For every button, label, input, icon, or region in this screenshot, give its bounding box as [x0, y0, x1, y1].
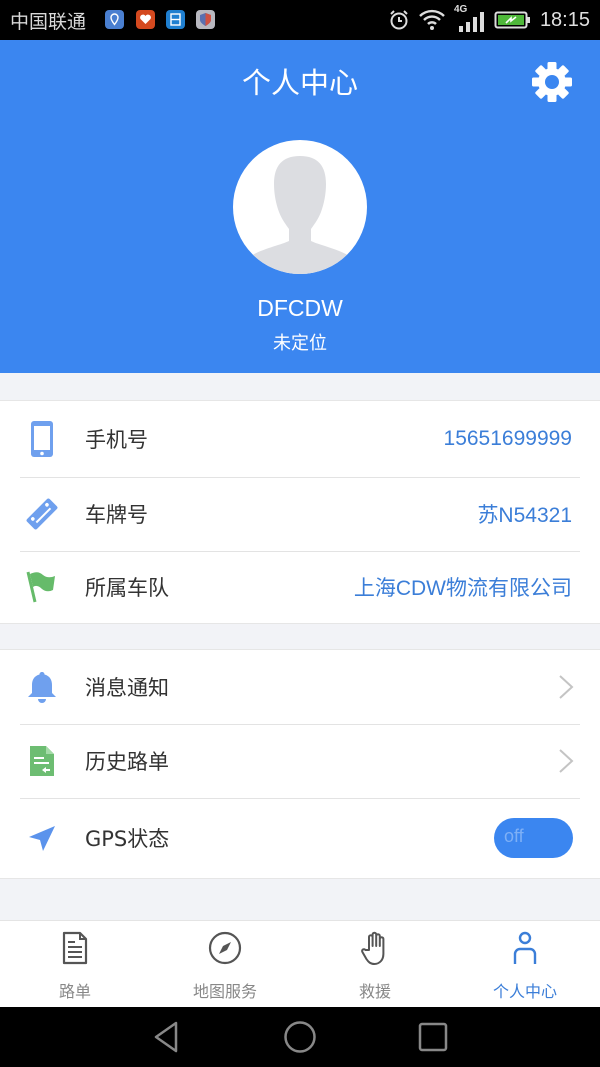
notifications-row[interactable]: 消息通知	[0, 650, 600, 724]
gps-toggle[interactable]: off	[494, 818, 573, 858]
fleet-row: 所属车队 上海CDW物流有限公司	[0, 551, 600, 623]
location-status: 未定位	[273, 333, 327, 354]
chevron-right-icon	[559, 749, 574, 773]
notifications-label: 消息通知	[85, 676, 169, 700]
person-icon	[513, 931, 537, 964]
gps-label: GPS状态	[85, 827, 170, 851]
tab-waybill[interactable]: 路单	[0, 921, 150, 1007]
plate-row: 车牌号 苏N54321	[0, 477, 600, 551]
status-bar: 中国联通 4G 18:15	[0, 0, 600, 40]
tab-profile[interactable]: 个人中心	[450, 921, 600, 1007]
avatar[interactable]	[233, 140, 367, 274]
tab-waybill-label: 路单	[58, 982, 91, 1001]
ticket-icon	[24, 496, 60, 532]
shield-app-icon	[196, 10, 215, 29]
calendar-app-icon	[166, 10, 185, 29]
wifi-icon	[419, 9, 445, 30]
phone-label: 手机号	[85, 428, 148, 452]
hand-icon	[361, 931, 385, 965]
tab-rescue-label: 救援	[358, 982, 391, 1001]
signal-icon	[458, 12, 484, 32]
history-row[interactable]: 历史路单	[0, 724, 600, 798]
document-icon	[24, 743, 60, 779]
alarm-icon	[390, 10, 408, 30]
compass-icon	[208, 931, 242, 965]
tab-rescue[interactable]: 救援	[300, 921, 450, 1007]
clock-time: 18:15	[539, 8, 590, 31]
navigation-arrow-icon	[24, 820, 60, 856]
username: DFCDW	[257, 295, 343, 321]
back-icon[interactable]	[150, 1019, 186, 1055]
home-icon[interactable]	[282, 1019, 318, 1055]
phone-icon	[24, 421, 60, 457]
plate-value: 苏N54321	[477, 504, 572, 527]
info-group: 手机号 15651699999 车牌号 苏N54321 所属车队 上海CDW物流…	[0, 400, 600, 624]
default-user-avatar-icon	[249, 156, 351, 274]
history-label: 历史路单	[85, 750, 169, 774]
carrier-name: 中国联通	[10, 11, 87, 33]
tab-map-service[interactable]: 地图服务	[150, 921, 300, 1007]
settings-button[interactable]	[530, 60, 574, 104]
fleet-value: 上海CDW物流有限公司	[353, 577, 572, 600]
gps-row: GPS状态 off	[0, 798, 600, 878]
gps-toggle-text: off	[504, 826, 524, 846]
signal-indicator: 4G	[454, 4, 486, 33]
gear-icon	[532, 62, 572, 102]
tab-profile-label: 个人中心	[492, 982, 557, 1001]
phone-row: 手机号 15651699999	[0, 401, 600, 477]
page-title: 个人中心	[241, 66, 358, 100]
plate-label: 车牌号	[85, 503, 148, 527]
profile-header: 个人中心 DFCDW 未定位	[0, 40, 600, 373]
action-group: 消息通知 历史路单 GPS状态 off	[0, 649, 600, 879]
fleet-label: 所属车队	[85, 576, 169, 600]
heart-app-icon	[136, 10, 155, 29]
document-icon	[62, 931, 88, 965]
recents-icon[interactable]	[415, 1019, 451, 1055]
flag-icon	[24, 569, 60, 605]
chevron-right-icon	[559, 675, 574, 699]
battery-icon	[494, 11, 530, 29]
tab-map-service-label: 地图服务	[192, 982, 257, 1001]
location-app-icon	[105, 10, 124, 29]
system-navigation-bar	[0, 1007, 600, 1067]
bottom-tab-bar: 路单 地图服务 救援 个人中心	[0, 920, 600, 1007]
phone-value: 15651699999	[443, 427, 572, 450]
bell-icon	[24, 669, 60, 705]
